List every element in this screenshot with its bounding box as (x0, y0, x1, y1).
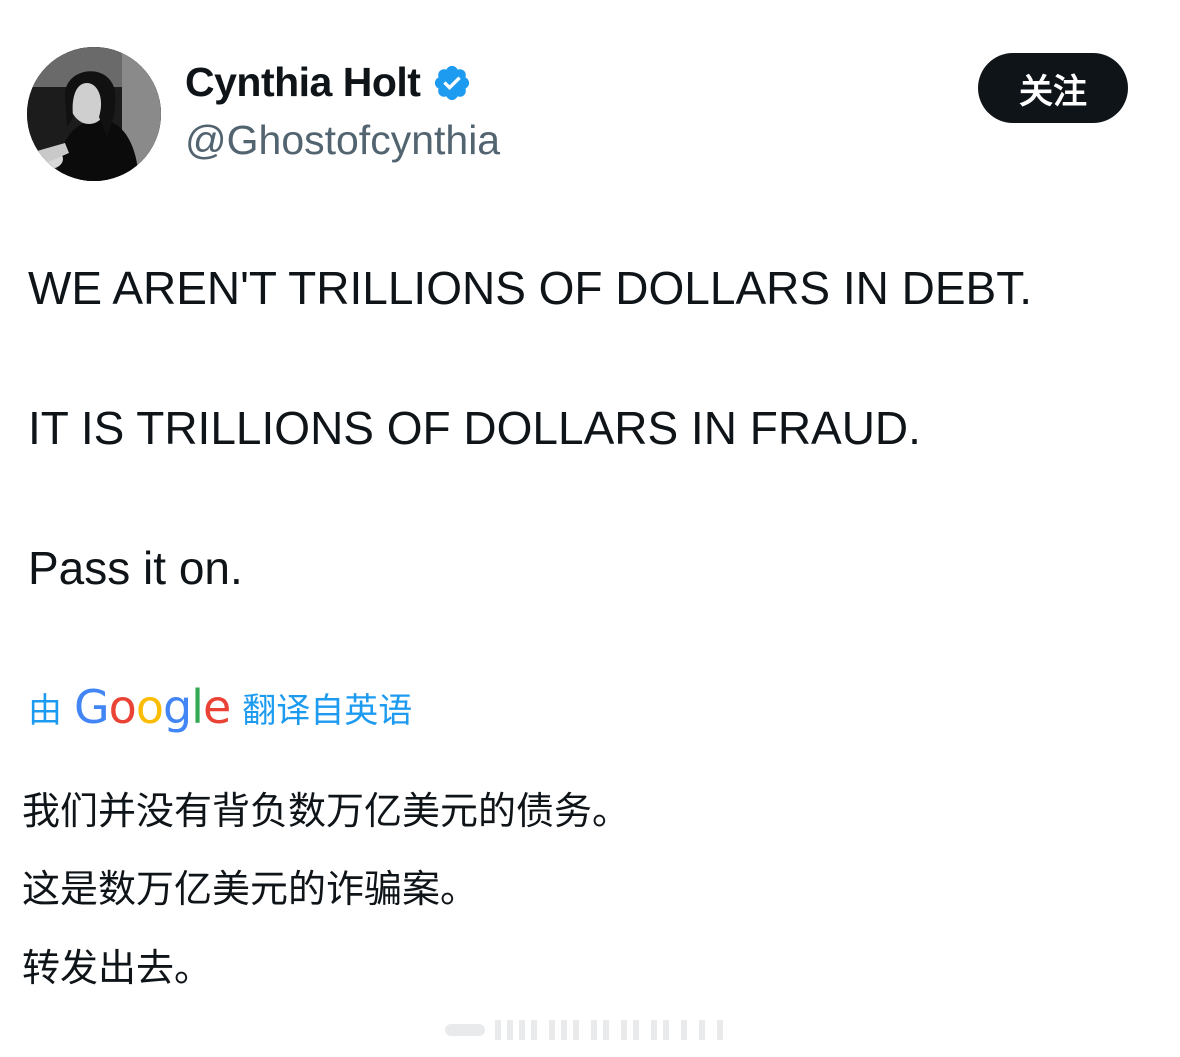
avatar-photo (27, 47, 161, 181)
translated-line-1: 我们并没有背负数万亿美元的债务。 (22, 789, 631, 833)
follow-button[interactable]: 关注 (978, 53, 1128, 123)
author-name-row: Cynthia Holt (185, 62, 472, 103)
translation-attribution[interactable]: 由 Google 翻译自英语 (28, 680, 412, 734)
google-logo: Google (74, 680, 231, 734)
author-display-name[interactable]: Cynthia Holt (185, 62, 421, 103)
verified-badge-icon (435, 65, 470, 100)
tweet-text-line-3: Pass it on. (28, 542, 243, 594)
watermark-image (445, 1020, 723, 1040)
translation-from-label: 翻译自英语 (242, 690, 413, 731)
author-handle[interactable]: @Ghostofcynthia (185, 117, 500, 163)
translated-line-3: 转发出去。 (22, 946, 213, 990)
tweet-text-line-2: IT IS TRILLIONS OF DOLLARS IN FRAUD. (28, 402, 921, 454)
avatar[interactable] (27, 47, 161, 181)
tweet-text-line-1: WE AREN'T TRILLIONS OF DOLLARS IN DEBT. (28, 262, 1032, 314)
translated-line-2: 这是数万亿美元的诈骗案。 (22, 867, 479, 911)
translation-by-label: 由 (28, 690, 62, 731)
